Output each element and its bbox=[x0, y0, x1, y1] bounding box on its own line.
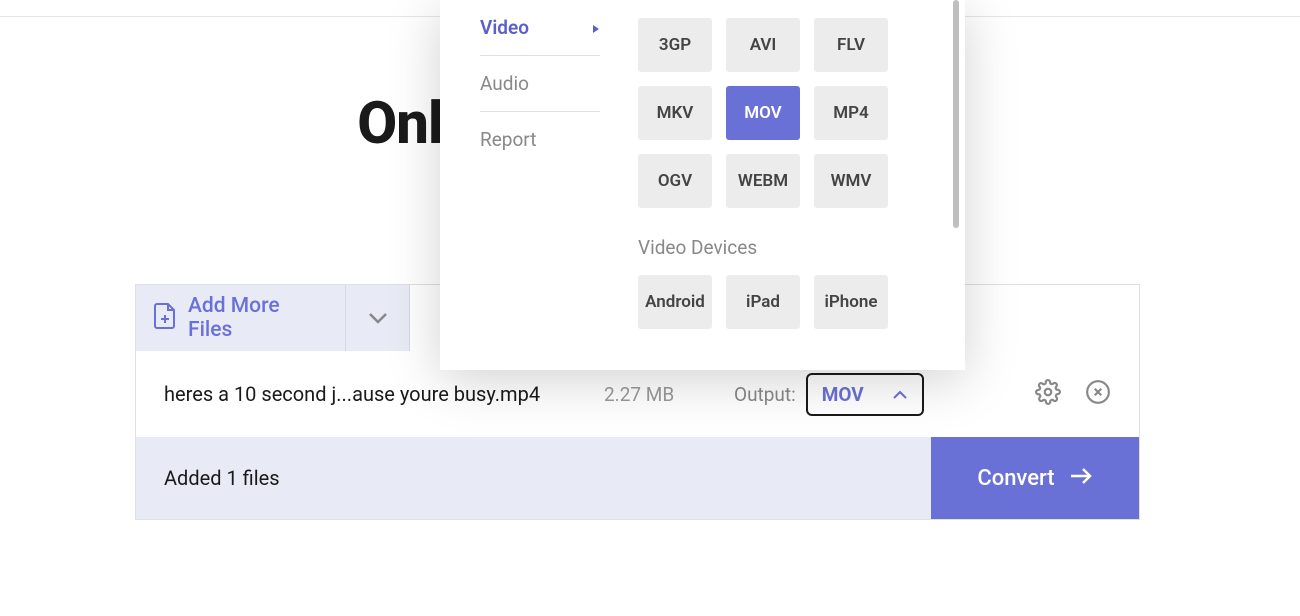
video-devices-title: Video Devices bbox=[638, 236, 935, 259]
add-more-bar: Add More Files bbox=[136, 285, 410, 351]
add-more-label: Add More Files bbox=[188, 294, 327, 342]
scrollbar-thumb[interactable] bbox=[953, 0, 959, 228]
devices-grid: Android iPad iPhone bbox=[638, 275, 935, 329]
footer-row: Added 1 files Convert bbox=[136, 437, 1139, 519]
chevron-down-icon bbox=[368, 309, 388, 328]
added-count: Added 1 files bbox=[136, 466, 931, 490]
scrollbar[interactable] bbox=[953, 0, 959, 228]
format-ogv[interactable]: OGV bbox=[638, 154, 712, 208]
close-circle-icon bbox=[1085, 379, 1111, 409]
popover-sidebar: Video Audio Report bbox=[440, 0, 638, 370]
format-popover: Video Audio Report 3GP AVI FLV MKV MOV M… bbox=[440, 0, 965, 370]
add-file-icon bbox=[154, 303, 176, 333]
format-mov[interactable]: MOV bbox=[726, 86, 800, 140]
chevron-up-icon bbox=[892, 385, 908, 404]
tab-audio-label: Audio bbox=[480, 72, 529, 95]
remove-file-button[interactable] bbox=[1085, 379, 1111, 409]
format-grid: 3GP AVI FLV MKV MOV MP4 OGV WEBM WMV bbox=[638, 18, 935, 208]
tab-report-label: Report bbox=[480, 128, 536, 151]
output-format-select[interactable]: MOV bbox=[806, 373, 924, 416]
convert-label: Convert bbox=[977, 466, 1054, 491]
format-mkv[interactable]: MKV bbox=[638, 86, 712, 140]
convert-button[interactable]: Convert bbox=[931, 437, 1139, 519]
tab-video-label: Video bbox=[480, 16, 529, 39]
file-name: heres a 10 second j...ause youre busy.mp… bbox=[164, 382, 604, 406]
add-more-button[interactable]: Add More Files bbox=[136, 285, 345, 351]
output-value: MOV bbox=[822, 383, 864, 406]
file-actions bbox=[1035, 379, 1111, 409]
format-flv[interactable]: FLV bbox=[814, 18, 888, 72]
tab-audio[interactable]: Audio bbox=[480, 56, 600, 112]
format-wmv[interactable]: WMV bbox=[814, 154, 888, 208]
gear-icon bbox=[1035, 379, 1061, 409]
tab-report[interactable]: Report bbox=[480, 112, 600, 167]
format-webm[interactable]: WEBM bbox=[726, 154, 800, 208]
file-size: 2.27 MB bbox=[604, 383, 734, 406]
arrow-right-icon bbox=[1069, 466, 1093, 491]
format-3gp[interactable]: 3GP bbox=[638, 18, 712, 72]
add-more-dropdown[interactable] bbox=[345, 285, 409, 351]
format-avi[interactable]: AVI bbox=[726, 18, 800, 72]
settings-button[interactable] bbox=[1035, 379, 1061, 409]
tab-video[interactable]: Video bbox=[480, 0, 600, 56]
triangle-right-icon bbox=[592, 16, 600, 39]
device-iphone[interactable]: iPhone bbox=[814, 275, 888, 329]
output-label: Output: bbox=[734, 383, 796, 406]
popover-content: 3GP AVI FLV MKV MOV MP4 OGV WEBM WMV Vid… bbox=[638, 0, 965, 370]
device-android[interactable]: Android bbox=[638, 275, 712, 329]
device-ipad[interactable]: iPad bbox=[726, 275, 800, 329]
format-mp4[interactable]: MP4 bbox=[814, 86, 888, 140]
